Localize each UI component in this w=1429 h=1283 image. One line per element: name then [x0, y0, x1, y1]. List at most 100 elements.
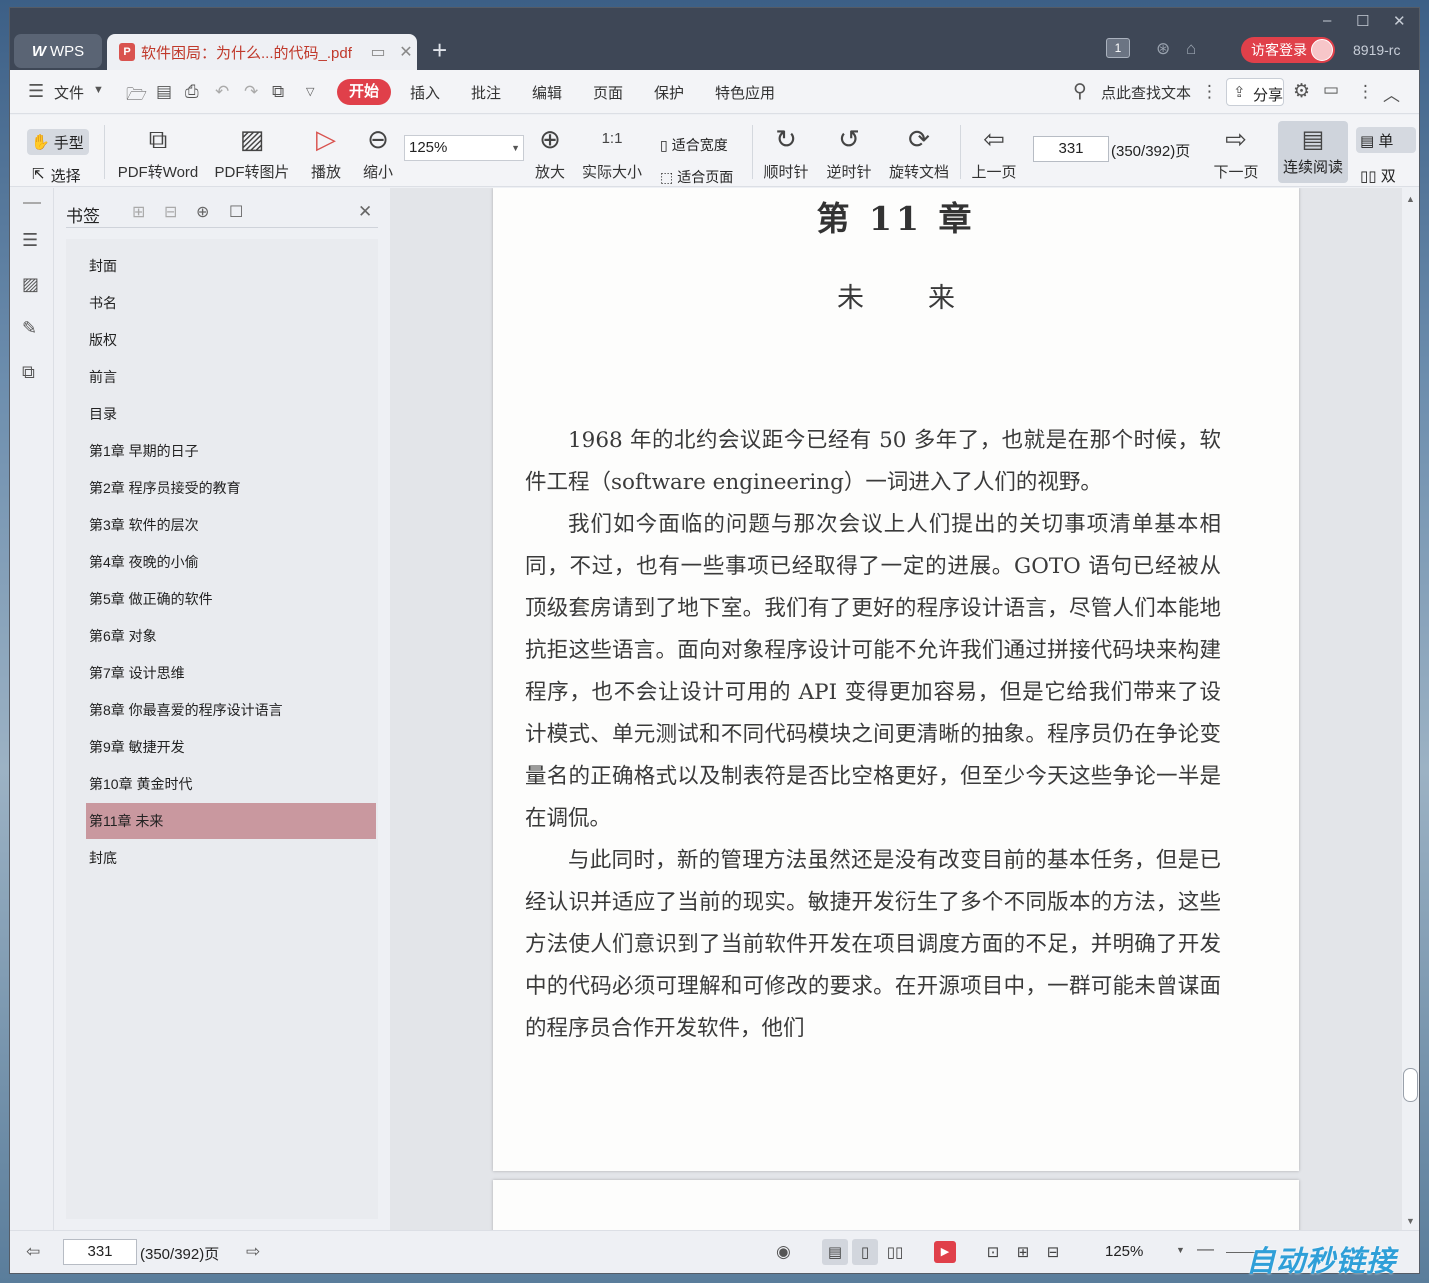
collapse-ribbon-icon[interactable]: ︿: [1383, 81, 1400, 106]
bookmark-item[interactable]: 封面: [86, 248, 376, 284]
expand-all-icon[interactable]: ⊞: [132, 202, 145, 222]
vertical-scrollbar[interactable]: ▲ ▼: [1402, 188, 1419, 1230]
fit-width-status-icon[interactable]: ⊟: [1040, 1239, 1066, 1265]
page-number-input[interactable]: 331: [1033, 136, 1109, 162]
fit-page-button[interactable]: ⬚ 适合页面: [660, 167, 733, 187]
bookmark-item[interactable]: 第4章 夜晚的小偷: [86, 544, 376, 580]
next-page-arrow-icon[interactable]: ⇨: [246, 1242, 260, 1262]
pdf-to-word-button[interactable]: ⧉ PDF转Word: [114, 115, 202, 187]
bookmark-options-icon[interactable]: ☐: [229, 202, 243, 222]
skin-icon[interactable]: ⌂: [1186, 39, 1196, 59]
prev-page-button[interactable]: ⇦ 上一页: [970, 115, 1018, 187]
bookmark-item[interactable]: 第8章 你最喜爱的程序设计语言: [86, 692, 376, 728]
settings-gear-icon[interactable]: ⚙: [1293, 80, 1310, 103]
bookmark-item[interactable]: 目录: [86, 396, 376, 432]
zoom-minus-icon[interactable]: —: [1197, 1239, 1214, 1259]
chevron-down-icon[interactable]: ▼: [93, 84, 104, 96]
signature-icon[interactable]: ⧉: [22, 362, 35, 383]
maximize-button[interactable]: ☐: [1356, 12, 1369, 30]
bookmark-item[interactable]: 第5章 做正确的软件: [86, 581, 376, 617]
play-button[interactable]: ▷ 播放: [308, 115, 344, 187]
hand-tool-button[interactable]: ✋ 手型: [27, 129, 89, 155]
pdf-to-image-button[interactable]: ▨ PDF转图片: [214, 115, 290, 187]
quick-access-dropdown-icon[interactable]: ▽: [306, 85, 314, 98]
tab-edit[interactable]: 编辑: [532, 82, 562, 103]
tab-annotate[interactable]: 批注: [471, 82, 501, 103]
zoom-select[interactable]: 125% ▼: [404, 135, 524, 161]
status-zoom-level[interactable]: 125%: [1105, 1243, 1143, 1260]
tab-insert[interactable]: 插入: [410, 82, 440, 103]
actual-size-button[interactable]: 1:1 实际大小: [580, 115, 644, 187]
tab-start[interactable]: 开始: [337, 79, 391, 105]
continuous-read-button[interactable]: ▤ 连续阅读: [1278, 121, 1348, 183]
tab-special-apps[interactable]: 特色应用: [715, 82, 775, 103]
bookmark-item[interactable]: 第6章 对象: [86, 618, 376, 654]
comment-icon[interactable]: ▭: [1323, 80, 1339, 100]
zoom-in-button[interactable]: ⊕ 放大: [532, 115, 568, 187]
guest-login-button[interactable]: 访客登录: [1241, 37, 1335, 63]
new-tab-button[interactable]: +: [432, 36, 447, 64]
bookmark-item[interactable]: 第7章 设计思维: [86, 655, 376, 691]
wps-home-tab[interactable]: W WPS: [14, 34, 102, 68]
save-icon[interactable]: ▤: [156, 82, 172, 102]
scrollbar-thumb[interactable]: [1403, 1068, 1418, 1102]
actual-size-status-icon[interactable]: ⊡: [980, 1239, 1006, 1265]
search-icon[interactable]: ⚲: [1073, 80, 1087, 103]
minimize-button[interactable]: –: [1323, 12, 1331, 29]
status-page-input[interactable]: 331: [63, 1239, 137, 1265]
hamburger-menu-icon[interactable]: ☰: [28, 81, 44, 102]
bookmark-list-icon[interactable]: ☰: [22, 230, 38, 251]
thumbnail-image-icon[interactable]: ▨: [22, 274, 39, 295]
bookmark-item-active[interactable]: 第11章 未来: [86, 803, 376, 839]
bookmark-item[interactable]: 封底: [86, 840, 376, 876]
file-menu[interactable]: 文件: [54, 82, 84, 103]
eye-protection-icon[interactable]: ◉: [776, 1242, 791, 1262]
single-page-button[interactable]: ▤ 单: [1356, 127, 1416, 153]
select-tool-button[interactable]: ⇱ 选择: [32, 165, 81, 186]
fit-page-status-icon[interactable]: ⊞: [1010, 1239, 1036, 1265]
bookmark-item[interactable]: 第9章 敏捷开发: [86, 729, 376, 765]
add-bookmark-icon[interactable]: ⊕: [196, 202, 209, 222]
document-tab[interactable]: P 软件困局：为什么...的代码_.pdf ▭ ✕: [107, 34, 417, 70]
tab-protect[interactable]: 保护: [654, 82, 684, 103]
zoom-out-button[interactable]: ⊖ 缩小: [360, 115, 396, 187]
continuous-view-icon[interactable]: ▤: [822, 1239, 848, 1265]
bookmark-item[interactable]: 第2章 程序员接受的教育: [86, 470, 376, 506]
document-viewport[interactable]: 第 11 章 未来 1968 年的北约会议距今已经有 50 多年了，也就是在那个…: [390, 188, 1402, 1230]
collapse-all-icon[interactable]: ⊟: [164, 202, 177, 222]
bookmark-item[interactable]: 第1章 早期的日子: [86, 433, 376, 469]
more-options-icon[interactable]: ⋮: [1357, 82, 1374, 102]
play-slideshow-icon[interactable]: ▶: [934, 1241, 956, 1263]
tab-page[interactable]: 页面: [593, 82, 623, 103]
bookmark-item[interactable]: 版权: [86, 322, 376, 358]
scroll-down-icon[interactable]: ▼: [1406, 1216, 1415, 1226]
bookmark-item[interactable]: 第10章 黄金时代: [86, 766, 376, 802]
fit-width-button[interactable]: ▯ 适合宽度: [660, 135, 728, 155]
redo-icon[interactable]: ↷: [244, 82, 258, 102]
scroll-up-icon[interactable]: ▲: [1406, 194, 1415, 204]
single-page-view-icon[interactable]: ▯: [852, 1239, 878, 1265]
annotation-pen-icon[interactable]: ✎: [22, 318, 37, 339]
cloud-sync-icon[interactable]: ⊛: [1156, 39, 1170, 59]
undo-icon[interactable]: ↶: [215, 82, 229, 102]
rotate-clockwise-button[interactable]: ↻ 顺时针: [762, 115, 810, 187]
close-tab-icon[interactable]: ✕: [395, 42, 417, 62]
next-page-button[interactable]: ⇨ 下一页: [1212, 115, 1260, 187]
bookmark-item[interactable]: 前言: [86, 359, 376, 395]
share-button[interactable]: ⇪ 分享: [1226, 78, 1284, 106]
export-image-icon[interactable]: ⧉: [272, 82, 284, 102]
double-page-button[interactable]: ▯▯ 双: [1360, 165, 1416, 186]
tab-pin-icon[interactable]: ▭: [367, 42, 389, 62]
window-count-badge[interactable]: 1: [1106, 38, 1130, 58]
more-vertical-icon[interactable]: ⋮: [1201, 82, 1218, 102]
zoom-dropdown-icon[interactable]: ▼: [1176, 1245, 1185, 1255]
bookmark-item[interactable]: 书名: [86, 285, 376, 321]
close-panel-button[interactable]: ✕: [358, 202, 372, 222]
rotate-counterclockwise-button[interactable]: ↺ 逆时针: [825, 115, 873, 187]
print-icon[interactable]: ⎙: [185, 82, 199, 102]
open-folder-icon[interactable]: 🗁: [126, 82, 147, 111]
rotate-document-button[interactable]: ⟳ 旋转文档: [887, 115, 951, 187]
close-window-button[interactable]: ✕: [1393, 12, 1406, 30]
bookmark-item[interactable]: 第3章 软件的层次: [86, 507, 376, 543]
prev-page-arrow-icon[interactable]: ⇦: [26, 1242, 40, 1262]
